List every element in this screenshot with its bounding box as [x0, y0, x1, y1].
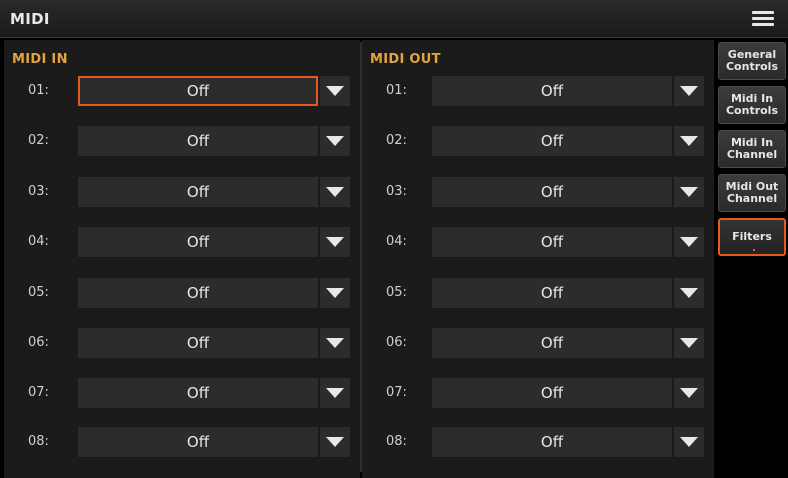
row-label: 04: — [28, 234, 49, 249]
row-label: 07: — [28, 385, 49, 400]
midi-out-row-01: 01: Off — [362, 76, 714, 106]
tab-midi-out-channel[interactable]: Midi Out Channel — [718, 174, 786, 212]
midi-in-08-select[interactable]: Off — [78, 427, 318, 457]
midi-out-06-dropdown-arrow-icon[interactable] — [674, 328, 704, 358]
midi-out-row-07: 07: Off — [362, 378, 714, 408]
midi-out-08-select[interactable]: Off — [432, 427, 672, 457]
tab-filters[interactable]: Filters — [718, 218, 786, 256]
page-title: MIDI — [10, 10, 50, 28]
midi-in-06-select[interactable]: Off — [78, 328, 318, 358]
row-label: 08: — [386, 434, 407, 449]
midi-out-08-dropdown-arrow-icon[interactable] — [674, 427, 704, 457]
midi-in-05-select[interactable]: Off — [78, 278, 318, 308]
midi-out-row-05: 05: Off — [362, 278, 714, 308]
midi-in-row-02: 02: Off — [4, 126, 360, 156]
tab-filters-label: Filters — [732, 230, 772, 243]
midi-out-07-select[interactable]: Off — [432, 378, 672, 408]
midi-out-05-dropdown-arrow-icon[interactable] — [674, 278, 704, 308]
row-label: 04: — [386, 234, 407, 249]
midi-in-03-dropdown-arrow-icon[interactable] — [320, 177, 350, 207]
midi-out-title: MIDI OUT — [370, 52, 441, 67]
row-label: 06: — [386, 335, 407, 350]
midi-in-title: MIDI IN — [12, 52, 68, 67]
midi-out-panel: MIDI OUT 01: Off 02: Off 03: Off 04: Off… — [362, 40, 714, 478]
tab-midi-in-controls[interactable]: Midi In Controls — [718, 86, 786, 124]
midi-out-01-select[interactable]: Off — [432, 76, 672, 106]
midi-in-04-select[interactable]: Off — [78, 227, 318, 257]
midi-in-row-04: 04: Off — [4, 227, 360, 257]
midi-in-row-08: 08: Off — [4, 427, 360, 457]
midi-in-row-01: 01: Off — [4, 76, 360, 106]
midi-in-row-07: 07: Off — [4, 378, 360, 408]
row-label: 01: — [386, 83, 407, 98]
midi-in-row-03: 03: Off — [4, 177, 360, 207]
row-label: 05: — [28, 285, 49, 300]
midi-in-05-dropdown-arrow-icon[interactable] — [320, 278, 350, 308]
midi-in-08-dropdown-arrow-icon[interactable] — [320, 427, 350, 457]
active-tab-indicator — [753, 249, 755, 251]
midi-in-07-dropdown-arrow-icon[interactable] — [320, 378, 350, 408]
midi-in-06-dropdown-arrow-icon[interactable] — [320, 328, 350, 358]
midi-out-row-06: 06: Off — [362, 328, 714, 358]
tab-midi-in-channel[interactable]: Midi In Channel — [718, 130, 786, 168]
midi-out-row-08: 08: Off — [362, 427, 714, 457]
midi-in-02-select[interactable]: Off — [78, 126, 318, 156]
hamburger-menu-icon[interactable] — [752, 10, 774, 28]
midi-in-row-06: 06: Off — [4, 328, 360, 358]
midi-in-01-dropdown-arrow-icon[interactable] — [320, 76, 350, 106]
midi-out-row-04: 04: Off — [362, 227, 714, 257]
midi-in-03-select[interactable]: Off — [78, 177, 318, 207]
midi-out-03-select[interactable]: Off — [432, 177, 672, 207]
midi-in-panel: MIDI IN 01: Off 02: Off 03: Off 04: Off … — [4, 40, 360, 478]
midi-out-02-select[interactable]: Off — [432, 126, 672, 156]
title-bar: MIDI — [0, 0, 788, 38]
midi-in-07-select[interactable]: Off — [78, 378, 318, 408]
midi-out-row-03: 03: Off — [362, 177, 714, 207]
row-label: 02: — [28, 133, 49, 148]
midi-out-01-dropdown-arrow-icon[interactable] — [674, 76, 704, 106]
midi-in-04-dropdown-arrow-icon[interactable] — [320, 227, 350, 257]
midi-out-row-02: 02: Off — [362, 126, 714, 156]
row-label: 02: — [386, 133, 407, 148]
row-label: 03: — [28, 184, 49, 199]
row-label: 08: — [28, 434, 49, 449]
midi-out-04-dropdown-arrow-icon[interactable] — [674, 227, 704, 257]
row-label: 06: — [28, 335, 49, 350]
row-label: 05: — [386, 285, 407, 300]
midi-out-04-select[interactable]: Off — [432, 227, 672, 257]
midi-out-03-dropdown-arrow-icon[interactable] — [674, 177, 704, 207]
midi-in-01-select[interactable]: Off — [78, 76, 318, 106]
midi-out-07-dropdown-arrow-icon[interactable] — [674, 378, 704, 408]
section-tabs: General Controls Midi In Controls Midi I… — [716, 40, 788, 478]
row-label: 01: — [28, 83, 49, 98]
midi-in-02-dropdown-arrow-icon[interactable] — [320, 126, 350, 156]
row-label: 03: — [386, 184, 407, 199]
midi-out-06-select[interactable]: Off — [432, 328, 672, 358]
row-label: 07: — [386, 385, 407, 400]
tab-general-controls[interactable]: General Controls — [718, 42, 786, 80]
midi-out-05-select[interactable]: Off — [432, 278, 672, 308]
midi-out-02-dropdown-arrow-icon[interactable] — [674, 126, 704, 156]
midi-in-row-05: 05: Off — [4, 278, 360, 308]
